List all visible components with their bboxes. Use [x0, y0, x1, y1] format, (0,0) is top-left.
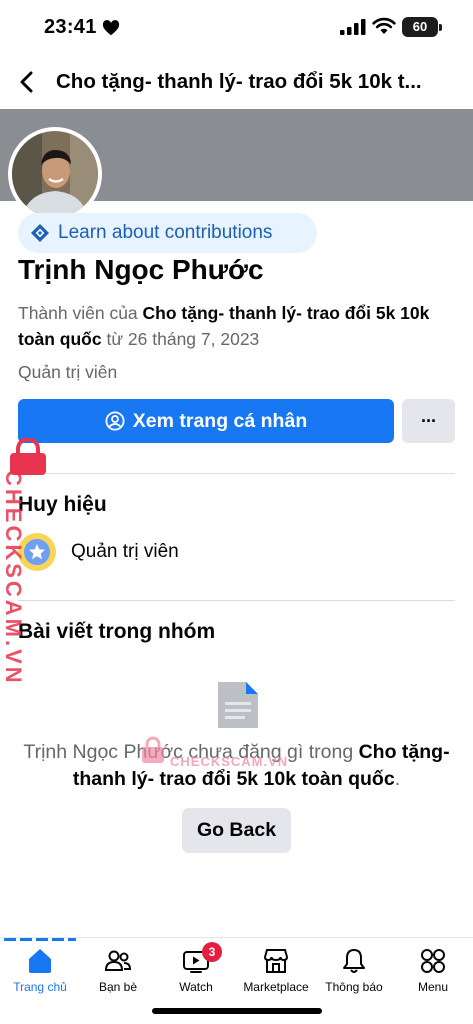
member-since: từ 26 tháng 7, 2023 [106, 329, 260, 349]
badge-label: Quản trị viên [71, 541, 179, 562]
member-name: Trịnh Ngọc Phước [18, 254, 264, 285]
header: Cho tặng- thanh lý- trao đổi 5k 10k t... [0, 58, 473, 108]
status-bar: 23:41 60 [0, 0, 473, 56]
back-arrow-icon[interactable] [14, 68, 42, 96]
loading-indicator [4, 938, 76, 941]
heart-icon [102, 20, 120, 36]
bell-icon [343, 949, 365, 973]
watermark-vertical: CHECKSCAM.VN [1, 470, 26, 686]
page-title: Cho tặng- thanh lý- trao đổi 5k 10k t... [56, 70, 422, 93]
member-prefix: Thành viên của [18, 303, 138, 323]
status-time: 23:41 [44, 16, 97, 38]
view-profile-label: Xem trang cá nhân [132, 409, 308, 432]
go-back-button[interactable]: Go Back [182, 808, 291, 853]
tab-watch[interactable]: 3 Watch [156, 942, 236, 994]
watch-notification-badge: 3 [202, 942, 222, 962]
badges-title: Huy hiệu [18, 493, 107, 516]
battery-indicator: 60 [402, 17, 438, 37]
user-circle-icon [105, 411, 125, 431]
lock-watermark-icon [142, 736, 164, 763]
view-profile-button[interactable]: Xem trang cá nhân [18, 399, 394, 443]
membership-info: Thành viên của Cho tặng- thanh lý- trao … [18, 300, 438, 352]
tab-label: Thông báo [325, 980, 383, 994]
posts-title: Bài viết trong nhóm [18, 620, 216, 643]
empty-suffix: . [394, 768, 401, 790]
menu-grid-icon [421, 949, 445, 973]
tab-marketplace[interactable]: Marketplace [236, 946, 316, 994]
marketplace-icon [263, 949, 289, 973]
home-indicator [152, 1008, 322, 1014]
tab-label: Marketplace [243, 980, 309, 994]
battery-cap [439, 24, 442, 31]
go-back-label: Go Back [196, 819, 277, 841]
tab-menu[interactable]: Menu [393, 946, 473, 994]
more-label: ··· [421, 410, 437, 431]
divider [18, 600, 455, 601]
tab-label: Menu [417, 980, 449, 994]
tab-label: Bạn bè [98, 980, 138, 994]
tab-label: Trang chủ [13, 980, 67, 994]
tab-friends[interactable]: Bạn bè [78, 946, 158, 994]
document-icon [218, 682, 258, 728]
more-options-button[interactable]: ··· [402, 399, 455, 443]
tab-notifications[interactable]: Thông báo [314, 946, 394, 994]
tab-label: Watch [179, 980, 213, 994]
wifi-icon [372, 17, 396, 34]
tab-home[interactable]: Trang chủ [0, 946, 80, 994]
learn-contributions-chip[interactable]: Learn about contributions [18, 213, 317, 253]
chip-label: Learn about contributions [58, 222, 273, 243]
divider [18, 473, 455, 474]
avatar[interactable] [12, 131, 98, 217]
friends-icon [104, 950, 132, 971]
avatar-image [12, 131, 98, 217]
watermark-center: CHECKSCAM.VN [170, 754, 289, 769]
diamond-badge-icon [31, 224, 49, 242]
signal-icon [340, 19, 366, 35]
home-icon [29, 949, 51, 973]
member-role: Quản trị viên [18, 362, 118, 382]
